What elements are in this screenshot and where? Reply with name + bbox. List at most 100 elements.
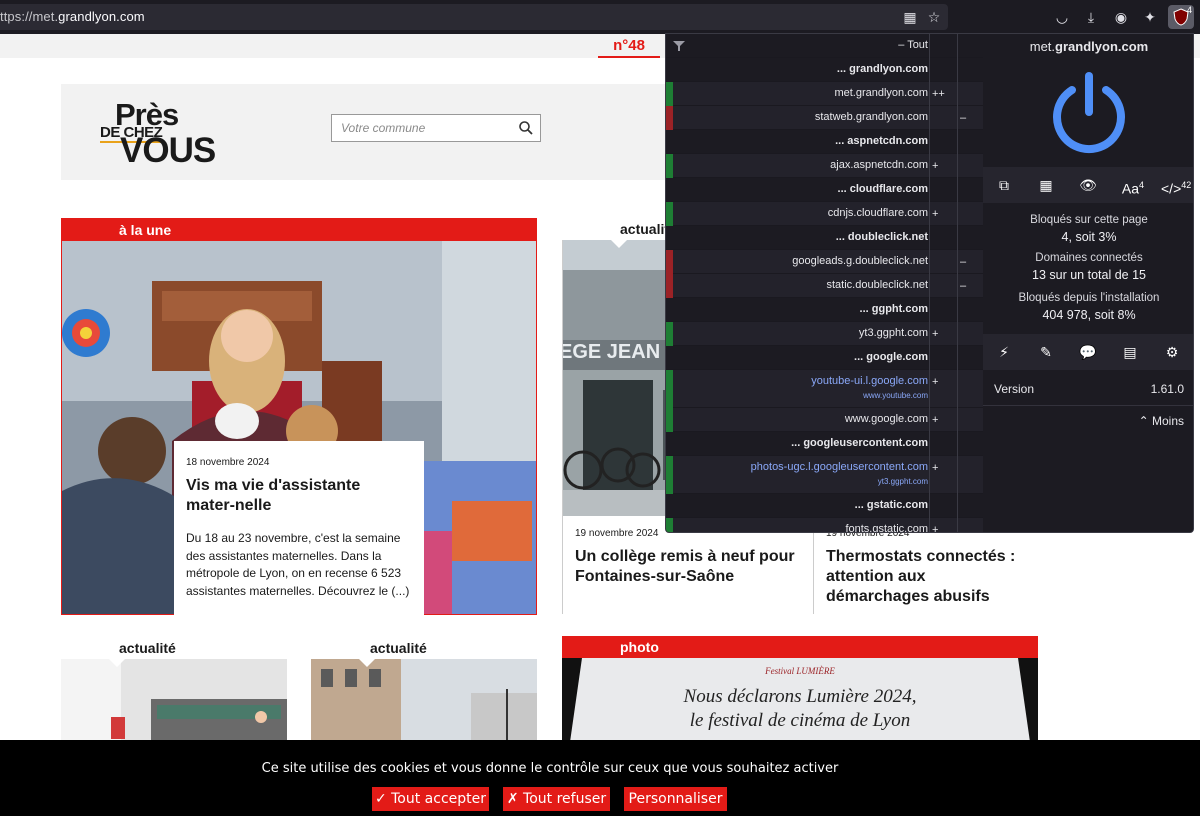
- feature-summary[interactable]: 18 novembre 2024 Vis ma vie d'assistante…: [174, 441, 424, 615]
- domain-group-row[interactable]: ... ggpht.com: [666, 298, 983, 322]
- less-button[interactable]: ⌃ Moins: [1139, 414, 1184, 428]
- cosmetic-icon[interactable]: 👁: [1077, 176, 1099, 196]
- domain-block-cell[interactable]: [957, 226, 983, 250]
- commune-search[interactable]: [331, 114, 541, 142]
- logger-icon[interactable]: ▤: [1119, 343, 1141, 363]
- domain-allow-cell[interactable]: +: [929, 202, 957, 226]
- domain-group-row[interactable]: ... gstatic.com: [666, 494, 983, 518]
- domain-block-cell[interactable]: [957, 322, 983, 346]
- domain-allow-cell[interactable]: +: [929, 456, 957, 494]
- domain-row[interactable]: ajax.aspnetcdn.com +: [666, 154, 983, 178]
- domain-allow-cell[interactable]: +: [929, 408, 957, 432]
- domain-allow-cell[interactable]: [929, 274, 957, 298]
- domain-block-cell[interactable]: [957, 154, 983, 178]
- domain-allow-cell[interactable]: +: [929, 322, 957, 346]
- domain-block-cell[interactable]: [957, 202, 983, 226]
- domain-block-cell[interactable]: [957, 370, 983, 408]
- domain-row[interactable]: yt3.ggpht.com +: [666, 322, 983, 346]
- fonts-icon[interactable]: Aa4: [1119, 176, 1147, 197]
- domain-block-cell[interactable]: [957, 518, 983, 532]
- extensions-icon[interactable]: ✦: [1140, 7, 1160, 27]
- domain-block-cell[interactable]: –: [957, 274, 983, 298]
- domain-allow-cell[interactable]: ++: [929, 82, 957, 106]
- domain-name: googleads.g.doubleclick.net: [792, 255, 928, 267]
- commune-search-input[interactable]: [332, 115, 512, 141]
- search-icon[interactable]: [518, 120, 534, 136]
- accept-all-button[interactable]: ✓ Tout accepter: [372, 787, 489, 811]
- domain-group-row[interactable]: ... aspnetcdn.com: [666, 130, 983, 154]
- bottom-card2-category: actualité: [370, 640, 427, 656]
- domain-group-row[interactable]: ... googleusercontent.com: [666, 432, 983, 456]
- url-text[interactable]: ttps://met.grandlyon.com: [0, 9, 145, 24]
- url-bar[interactable]: ttps://met.grandlyon.com: [0, 4, 948, 30]
- scripts-icon[interactable]: </>42: [1161, 176, 1191, 197]
- domain-allow-cell[interactable]: [929, 226, 957, 250]
- download-icon[interactable]: ⤓: [1081, 7, 1101, 27]
- card2-title[interactable]: Un collège remis à neuf pour Fontaines-s…: [575, 547, 801, 587]
- domain-block-cell[interactable]: [957, 346, 983, 370]
- domain-allow-cell[interactable]: [929, 250, 957, 274]
- popup-block-icon[interactable]: ⧉: [993, 176, 1015, 196]
- domain-status-mark: [666, 154, 673, 178]
- domain-allow-cell[interactable]: [929, 178, 957, 202]
- domain-row[interactable]: met.grandlyon.com ++: [666, 82, 983, 106]
- domain-status-mark: [666, 518, 673, 532]
- bottom-card-2[interactable]: [311, 659, 537, 749]
- domain-block-cell[interactable]: [957, 432, 983, 456]
- feature-title[interactable]: Vis ma vie d'assistante mater-nelle: [186, 476, 412, 516]
- card3-title[interactable]: Thermostats connectés : attention aux dé…: [826, 547, 1027, 607]
- domain-name: static.doubleclick.net: [826, 279, 929, 291]
- domain-row[interactable]: fonts.gstatic.com +: [666, 518, 983, 532]
- ublock-extension-button[interactable]: 4: [1168, 5, 1194, 29]
- filter-all-row[interactable]: – Tout: [666, 34, 983, 58]
- zap-icon[interactable]: ⚡: [993, 343, 1015, 363]
- customize-button[interactable]: Personnaliser: [624, 787, 727, 811]
- settings-icon[interactable]: ⚙: [1161, 343, 1183, 363]
- domain-allow-cell[interactable]: [929, 106, 957, 130]
- domain-block-cell[interactable]: –: [957, 106, 983, 130]
- domain-block-cell[interactable]: –: [957, 250, 983, 274]
- domain-block-cell[interactable]: [957, 408, 983, 432]
- domain-allow-cell[interactable]: +: [929, 518, 957, 532]
- bookmark-star-icon[interactable]: ☆: [924, 7, 944, 27]
- domain-group-row[interactable]: ... grandlyon.com: [666, 58, 983, 82]
- domain-allow-cell[interactable]: [929, 130, 957, 154]
- domain-row[interactable]: static.doubleclick.net –: [666, 274, 983, 298]
- domain-allow-cell[interactable]: [929, 432, 957, 456]
- domain-block-cell[interactable]: [957, 494, 983, 518]
- domain-block-cell[interactable]: [957, 178, 983, 202]
- domain-allow-cell[interactable]: [929, 298, 957, 322]
- domain-allow-cell[interactable]: +: [929, 370, 957, 408]
- photo-card[interactable]: photo Festival LUMIÈRE Nous déclarons Lu…: [562, 636, 1038, 756]
- pocket-icon[interactable]: ◡: [1052, 7, 1072, 27]
- domain-allow-cell[interactable]: [929, 346, 957, 370]
- domain-row[interactable]: statweb.grandlyon.com –: [666, 106, 983, 130]
- report-icon[interactable]: 💬: [1077, 343, 1099, 363]
- domain-row[interactable]: googleads.g.doubleclick.net –: [666, 250, 983, 274]
- domain-row[interactable]: photos-ugc.l.googleusercontent.com yt3.gg…: [666, 456, 983, 494]
- grid-icon[interactable]: ▦: [900, 7, 920, 27]
- refuse-all-button[interactable]: ✗ Tout refuser: [503, 787, 610, 811]
- power-icon[interactable]: [1048, 72, 1130, 154]
- account-icon[interactable]: ◉: [1111, 7, 1131, 27]
- domain-allow-cell[interactable]: [929, 494, 957, 518]
- domain-row[interactable]: youtube-ui.l.google.com www.youtube.com +: [666, 370, 983, 408]
- domain-block-cell[interactable]: [957, 82, 983, 106]
- domain-block-cell[interactable]: [957, 130, 983, 154]
- media-icon[interactable]: ▦: [1035, 176, 1057, 196]
- bottom-card-1[interactable]: [61, 659, 287, 749]
- domain-group-row[interactable]: ... doubleclick.net: [666, 226, 983, 250]
- domain-allow-cell[interactable]: [929, 58, 957, 82]
- picker-icon[interactable]: ✎: [1035, 343, 1057, 363]
- domain-row[interactable]: cdnjs.cloudflare.com +: [666, 202, 983, 226]
- domain-block-cell[interactable]: [957, 456, 983, 494]
- issue-number[interactable]: n°48: [598, 34, 660, 58]
- domain-block-cell[interactable]: [957, 298, 983, 322]
- domain-block-cell[interactable]: [957, 58, 983, 82]
- domain-group-row[interactable]: ... cloudflare.com: [666, 178, 983, 202]
- domain-group-row[interactable]: ... google.com: [666, 346, 983, 370]
- site-logo[interactable]: Près DE CHEZ VOUS: [100, 97, 240, 171]
- domain-row[interactable]: www.google.com +: [666, 408, 983, 432]
- domain-allow-cell[interactable]: +: [929, 154, 957, 178]
- filter-icon[interactable]: [672, 39, 686, 53]
